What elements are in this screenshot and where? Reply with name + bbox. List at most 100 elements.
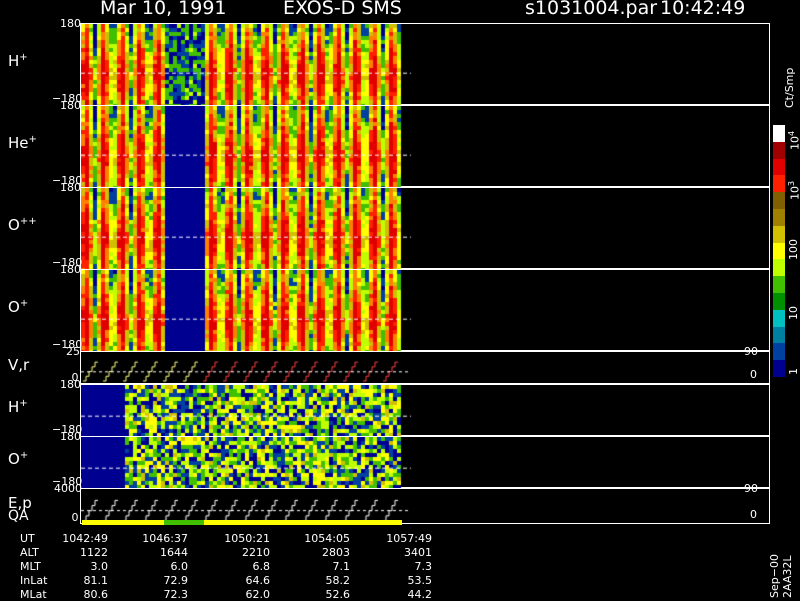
colorbar-segment: [773, 309, 785, 328]
panel-label-o-plus-1: O+: [8, 298, 28, 316]
panel-ep: [80, 488, 771, 525]
orbit-cell: 2803: [322, 546, 350, 559]
right-tick-bottom-vr: 0: [750, 368, 757, 381]
colorbar-unit: Ct/Smp: [783, 67, 796, 108]
orbit-row-inlat: InLat 81.1 72.9 64.6 58.2 53.5: [0, 574, 800, 587]
panel-label-sup: +: [19, 52, 28, 63]
orbit-cell: 72.9: [163, 574, 189, 587]
colorbar-segment: [773, 259, 785, 277]
panel-o-plus-2: [80, 436, 771, 489]
panel-o-plus-1-plot: [81, 270, 771, 352]
colorbar-tick-base: 100: [787, 239, 800, 260]
orbit-cell: 1046:37: [142, 532, 188, 545]
colorbar-tick-base: 1: [787, 368, 800, 375]
panel-label-sup: +: [19, 450, 29, 461]
orbit-cell: 3.0: [90, 560, 109, 573]
ytick-top-o-plus-plus: 180: [60, 181, 81, 194]
orbit-cell: 81.1: [83, 574, 109, 587]
panel-label-base: He: [8, 134, 29, 152]
right-tick-top-vr: 90: [744, 345, 758, 358]
colorbar-tick-sup: 3: [787, 180, 796, 186]
ytick-top-h-plus-2: 180: [60, 378, 81, 391]
colorbar-segment: [773, 242, 785, 260]
header-date: Mar 10, 1991: [100, 0, 227, 19]
panel-he-plus-plot: [81, 106, 771, 188]
panel-label-sup: +: [19, 398, 28, 409]
orbit-cell: 72.3: [163, 588, 189, 601]
orbit-cell: 64.6: [245, 574, 271, 587]
panel-h-plus-1: [80, 23, 771, 106]
colorbar-segment: [773, 175, 785, 193]
panel-label-vr: V,r: [8, 356, 29, 374]
header-time: 10:42:49: [660, 0, 746, 19]
orbit-cell: 1042:49: [62, 532, 108, 545]
panel-vr-plot: [81, 352, 771, 385]
orbit-cell: 7.1: [332, 560, 351, 573]
colorbar-tick: 1: [787, 368, 800, 375]
colorbar-tick-base: 10: [788, 186, 800, 200]
qa-label: QA: [8, 508, 29, 524]
colorbar-segment: [773, 125, 785, 143]
panel-o-plus-1: [80, 269, 771, 352]
ytick-bottom-ep: 0: [71, 511, 79, 524]
panel-label-sup: ++: [19, 216, 37, 227]
orbit-cell: 3401: [404, 546, 432, 559]
panel-label-base: H: [8, 52, 20, 70]
colorbar-tick: 100: [787, 239, 800, 260]
panel-h-plus-2: [80, 384, 771, 437]
orbit-cell: 7.3: [414, 560, 433, 573]
right-tick-top-ep: 90: [744, 482, 758, 495]
panel-label-base: O: [8, 450, 20, 468]
panel-h-plus-1-plot: [81, 24, 771, 106]
orbit-cell: 58.2: [325, 574, 351, 587]
ytick-top-o-plus-2: 180: [60, 430, 81, 443]
colorbar-segment: [773, 225, 785, 244]
orbit-row-mlat: MLat 80.6 72.3 62.0 52.6 44.2: [0, 588, 800, 601]
orbit-cell: 53.5: [407, 574, 433, 587]
colorbar-tick: 103: [787, 181, 800, 200]
colorbar-segment: [773, 293, 785, 311]
orbit-cell: 1050:21: [224, 532, 270, 545]
ytick-top-o-plus-1: 180: [60, 263, 81, 276]
header-file: s1031004.par: [525, 0, 658, 19]
panel-label-h-plus-2: H+: [8, 398, 28, 416]
panel-label-he-plus: He+: [8, 134, 37, 152]
orbit-cell: 1054:05: [304, 532, 350, 545]
panel-o-plus-plus-plot: [81, 188, 771, 270]
panel-label-base: V,r: [8, 355, 30, 374]
ytick-top-h-plus-1: 180: [60, 17, 81, 30]
colorbar-tick-sup: 4: [787, 130, 796, 136]
panel-o-plus-plus: [80, 187, 771, 270]
footer-version: Sep−00 2AA32L: [768, 554, 794, 598]
colorbar-segment: [773, 141, 785, 160]
orbit-row-mlt: MLT 3.0 6.0 6.8 7.1 7.3: [0, 560, 800, 573]
panel-label-sup: +: [19, 298, 29, 309]
colorbar-segment: [773, 343, 785, 361]
qa-bar-segment-green: [164, 520, 204, 525]
orbit-cell: 44.2: [407, 588, 433, 601]
panel-label-sup: +: [28, 134, 37, 145]
colorbar-tick-base: 10: [787, 306, 800, 320]
right-tick-bottom-ep: 0: [750, 508, 757, 521]
panel-label-h-plus-1: H+: [8, 52, 28, 70]
header-instrument: EXOS-D SMS: [283, 0, 402, 19]
orbit-row-ut: UT 1042:49 1046:37 1050:21 1054:05 1057:49: [0, 532, 800, 545]
orbit-cell: 6.0: [170, 560, 189, 573]
colorbar-segment: [773, 192, 785, 210]
panel-label-o-plus-2: O+: [8, 450, 28, 468]
orbit-cell: 62.0: [245, 588, 271, 601]
orbit-cell: 1644: [160, 546, 188, 559]
panel-vr: [80, 351, 771, 385]
orbit-cell: 52.6: [325, 588, 351, 601]
orbit-cell: 80.6: [83, 588, 109, 601]
ytick-top-ep: 4000: [54, 482, 82, 495]
panel-he-plus: [80, 105, 771, 188]
panel-label-o-plus-plus: O++: [8, 216, 37, 234]
orbit-row-alt: ALT 1122 1644 2210 2803 3401: [0, 546, 800, 559]
colorbar-segment: [773, 276, 785, 294]
colorbar-tick: 104: [787, 131, 800, 150]
panel-label-base: H: [8, 398, 20, 416]
colorbar-segment: [773, 158, 785, 176]
panel-h-plus-2-plot: [81, 385, 771, 437]
colorbar-segment: [773, 326, 785, 344]
